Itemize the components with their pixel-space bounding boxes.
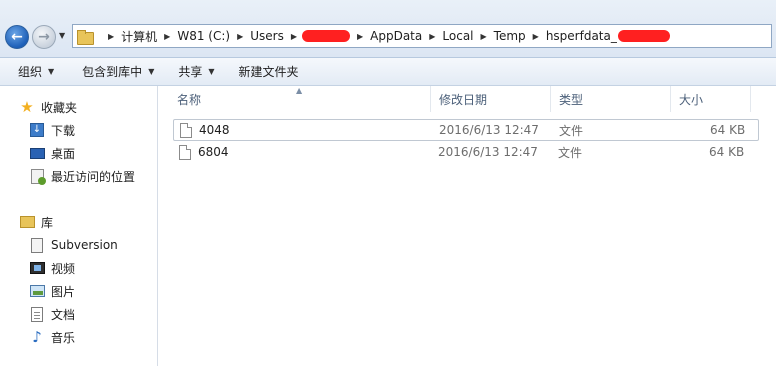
file-date: 2016/6/13 12:47 [439, 123, 539, 137]
address-breadcrumb[interactable]: ▶ 计算机 ▶ W81 (C:) ▶ Users ▶ ▶ AppData ▶ L… [72, 24, 772, 48]
folder-icon [77, 29, 94, 45]
arrow-left-icon: ← [11, 29, 23, 45]
redacted-username [301, 30, 350, 42]
share-label: 共享 [178, 65, 203, 79]
recent-places-icon [29, 168, 46, 185]
file-date: 2016/6/13 12:47 [438, 145, 538, 159]
chevron-right-icon[interactable]: ▶ [291, 32, 297, 41]
nav-music-label: 音乐 [51, 330, 76, 345]
nav-desktop[interactable]: 桌面 [0, 142, 75, 164]
share-button[interactable]: 共享 ▼ [168, 63, 224, 80]
chevron-right-icon[interactable]: ▶ [357, 32, 363, 41]
nav-documents-label: 文档 [51, 307, 76, 322]
organize-label: 组织 [18, 65, 43, 79]
column-size-label: 大小 [679, 92, 704, 107]
nav-videos[interactable]: 视频 [0, 257, 75, 279]
chevron-right-icon[interactable]: ▶ [533, 32, 539, 41]
breadcrumb-appdata[interactable]: AppData [370, 29, 422, 43]
file-type: 文件 [558, 145, 583, 160]
nav-documents[interactable]: 文档 [0, 303, 75, 325]
nav-subversion-label: Subversion [51, 238, 118, 252]
file-size: 64 KB [709, 145, 745, 159]
arrow-right-icon: → [38, 29, 50, 45]
subversion-icon [29, 237, 45, 253]
file-name: 4048 [199, 123, 230, 137]
breadcrumb-local[interactable]: Local [442, 29, 473, 43]
chevron-right-icon[interactable]: ▶ [237, 32, 243, 41]
file-row[interactable]: 6804 2016/6/13 12:47 文件 64 KB [173, 141, 759, 163]
file-size: 64 KB [710, 123, 746, 137]
music-note-icon: ♪ [32, 328, 42, 346]
new-folder-label: 新建文件夹 [238, 65, 299, 79]
library-icon [19, 214, 35, 230]
nav-pictures[interactable]: 图片 [0, 280, 75, 302]
download-icon: ↓ [29, 122, 45, 138]
recent-pages-dropdown[interactable]: ▼ [59, 32, 67, 40]
nav-favorites-label: 收藏夹 [41, 100, 78, 115]
breadcrumb-temp[interactable]: Temp [494, 29, 526, 43]
desktop-icon [29, 145, 45, 161]
chevron-down-icon: ▼ [48, 67, 55, 76]
picture-icon [29, 283, 45, 299]
organize-button[interactable]: 组织 ▼ [8, 63, 64, 80]
file-icon [179, 144, 191, 160]
chevron-right-icon[interactable]: ▶ [429, 32, 435, 41]
address-bar-region: ← → ▼ ▶ 计算机 ▶ W81 (C:) ▶ Users ▶ ▶ AppDa… [0, 0, 776, 58]
redacted-suffix [617, 30, 670, 42]
breadcrumb-computer[interactable]: 计算机 [121, 28, 157, 45]
nav-downloads[interactable]: ↓ 下载 [0, 119, 75, 141]
include-in-library-label: 包含到库中 [82, 65, 143, 79]
breadcrumb-hsperfdata[interactable]: hsperfdata_ [546, 29, 617, 43]
column-date-label: 修改日期 [439, 92, 488, 107]
file-row[interactable]: 4048 2016/6/13 12:47 文件 64 KB [173, 119, 759, 141]
file-name: 6804 [198, 145, 229, 159]
column-header-size[interactable]: 大小 [671, 86, 751, 112]
nav-videos-label: 视频 [51, 261, 76, 276]
star-icon: ★ [20, 98, 34, 116]
forward-button[interactable]: → [32, 25, 56, 49]
column-header-name[interactable]: 名称 [169, 86, 431, 112]
nav-libraries-label: 库 [41, 215, 54, 230]
chevron-down-icon: ▼ [208, 67, 215, 76]
back-button[interactable]: ← [5, 25, 29, 49]
nav-recent-places[interactable]: 最近访问的位置 [0, 165, 135, 187]
nav-pictures-label: 图片 [51, 284, 76, 299]
nav-recent-label: 最近访问的位置 [51, 169, 136, 184]
chevron-right-icon[interactable]: ▶ [108, 32, 114, 41]
nav-favorites[interactable]: ★ 收藏夹 [0, 96, 77, 118]
chevron-right-icon[interactable]: ▶ [164, 32, 170, 41]
include-in-library-button[interactable]: 包含到库中 ▼ [72, 63, 164, 80]
nav-downloads-label: 下载 [51, 123, 76, 138]
nav-subversion[interactable]: Subversion [0, 234, 118, 256]
column-header-date[interactable]: 修改日期 [431, 86, 551, 112]
chevron-right-icon[interactable]: ▶ [481, 32, 487, 41]
nav-desktop-label: 桌面 [51, 146, 76, 161]
nav-music[interactable]: ♪ 音乐 [0, 326, 75, 348]
file-list-pane: ▲ 名称 修改日期 类型 大小 4048 2016/6/13 12:47 文件 … [159, 86, 776, 366]
column-type-label: 类型 [559, 92, 584, 107]
video-icon [29, 260, 45, 276]
file-type: 文件 [559, 123, 584, 138]
chevron-down-icon: ▼ [148, 67, 155, 76]
file-icon [180, 122, 192, 138]
column-header-type[interactable]: 类型 [551, 86, 671, 112]
command-toolbar: 组织 ▼ 包含到库中 ▼ 共享 ▼ 新建文件夹 [0, 58, 776, 86]
breadcrumb-drive[interactable]: W81 (C:) [177, 29, 230, 43]
new-folder-button[interactable]: 新建文件夹 [229, 63, 309, 80]
document-icon [29, 306, 45, 322]
navigation-pane: ★ 收藏夹 ↓ 下载 桌面 最近访问的位置 库 Subversion 视频 图片… [0, 86, 158, 366]
breadcrumb-users[interactable]: Users [250, 29, 284, 43]
column-name-label: 名称 [177, 92, 202, 107]
nav-libraries[interactable]: 库 [0, 211, 53, 233]
